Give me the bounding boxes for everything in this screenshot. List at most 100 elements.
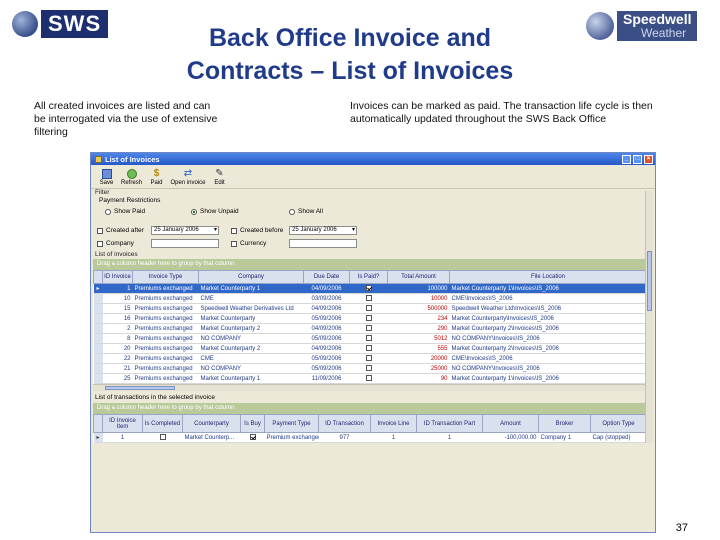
cell-file-location[interactable]: Market Counterparty\Invoices\IS_2006	[449, 313, 647, 324]
column-header[interactable]: Broker	[538, 414, 591, 433]
cell-total-amount[interactable]: 5012	[387, 333, 450, 344]
is-paid-checkbox[interactable]	[365, 284, 372, 291]
created-before-checkbox[interactable]: Created before	[231, 227, 283, 234]
cell-company[interactable]: Market Counterparty 2	[198, 323, 304, 334]
table-row[interactable]: ▸ 1 Market Counterp... Premium exchanged 977…	[93, 432, 647, 443]
cell-company[interactable]: Market Counterparty 2	[198, 343, 304, 354]
cell-is-paid[interactable]	[349, 303, 388, 314]
cell-due-date[interactable]: 05/09/2006	[303, 353, 350, 364]
table-row[interactable]: 8 Premiums exchanged NO COMPANY 05/09/2006 5…	[93, 333, 647, 344]
cell-id-invoice[interactable]: 15	[102, 303, 133, 314]
cell-is-paid[interactable]	[349, 373, 388, 384]
cell-id-transaction[interactable]: 977	[318, 432, 371, 443]
cell-invoice-type[interactable]: Premiums exchanged	[132, 283, 199, 294]
cell-due-date[interactable]: 05/09/2006	[303, 333, 350, 344]
cell-total-amount[interactable]: 20000	[387, 353, 450, 364]
cell-company[interactable]: NO COMPANY	[198, 333, 304, 344]
cell-is-paid[interactable]	[349, 283, 388, 294]
cell-id-invoice[interactable]: 22	[102, 353, 133, 364]
group-by-hint-bar[interactable]: Drag a column header here to group by th…	[93, 259, 653, 270]
table-row[interactable]: 22 Premiums exchanged CME 05/09/2006 20000 CM…	[93, 353, 647, 364]
cell-company[interactable]: CME	[198, 353, 304, 364]
column-header[interactable]: Total Amount	[387, 270, 450, 284]
is-paid-checkbox[interactable]	[365, 294, 372, 301]
cell-company[interactable]: Speedwell Weather Derivatives Ltd	[198, 303, 304, 314]
table-row[interactable]: 21 Premiums exchanged NO COMPANY 05/09/2006…	[93, 363, 647, 374]
column-header[interactable]: ID Transaction Part	[416, 414, 483, 433]
cell-due-date[interactable]: 03/09/2006	[303, 293, 350, 304]
cell-amount[interactable]: -100,000.00	[482, 432, 539, 443]
cell-due-date[interactable]: 04/09/2006	[303, 323, 350, 334]
edit-button[interactable]: ✎ Edit	[207, 169, 232, 188]
cell-is-paid[interactable]	[349, 313, 388, 324]
table-row[interactable]: 10 Premiums exchanged CME 03/09/2006 10000 CM…	[93, 293, 647, 304]
cell-total-amount[interactable]: 10000	[387, 293, 450, 304]
cell-is-paid[interactable]	[349, 293, 388, 304]
is-paid-checkbox[interactable]	[365, 304, 372, 311]
cell-file-location[interactable]: Market Counterparty 2\Invoices\IS_2006	[449, 343, 647, 354]
save-button[interactable]: Save	[94, 169, 119, 188]
cell-total-amount[interactable]: 100000	[387, 283, 450, 294]
invoices-horizontal-scrollbar[interactable]	[93, 384, 646, 391]
cell-file-location[interactable]: NO COMPANY\Invoices\IS_2006	[449, 333, 647, 344]
cell-id-transaction-part[interactable]: 1	[416, 432, 483, 443]
row-indicator[interactable]: ▸	[93, 432, 103, 443]
cell-total-amount[interactable]: 290	[387, 323, 450, 334]
row-indicator[interactable]	[93, 353, 103, 364]
cell-id-invoice-item[interactable]: 1	[102, 432, 143, 443]
table-row[interactable]: 2 Premiums exchanged Market Counterparty 2…	[93, 323, 647, 334]
cell-file-location[interactable]: Speedwell Weather Ltd\Invoices\IS_2006	[449, 303, 647, 314]
column-header[interactable]: ID Invoice	[102, 270, 133, 284]
cell-invoice-type[interactable]: Premiums exchanged	[132, 363, 199, 374]
cell-invoice-line[interactable]: 1	[370, 432, 417, 443]
cell-file-location[interactable]: NO COMPANY\Invoices\IS_2006	[449, 363, 647, 374]
minimize-button[interactable]: _	[622, 154, 631, 164]
cell-total-amount[interactable]: 234	[387, 313, 450, 324]
cell-id-invoice[interactable]: 8	[102, 333, 133, 344]
cell-invoice-type[interactable]: Premiums exchanged	[132, 303, 199, 314]
column-header[interactable]: Is Paid?	[349, 270, 388, 284]
cell-total-amount[interactable]: 90	[387, 373, 450, 384]
cell-counterparty[interactable]: Market Counterp...	[182, 432, 241, 443]
cell-id-invoice[interactable]: 1	[102, 283, 133, 294]
table-row[interactable]: ▸ 1 Premiums exchanged Market Counterparty …	[93, 283, 647, 294]
scrollbar-thumb[interactable]	[647, 251, 652, 311]
cell-invoice-type[interactable]: Premiums exchanged	[132, 293, 199, 304]
row-indicator[interactable]	[93, 323, 103, 334]
cell-id-invoice[interactable]: 20	[102, 343, 133, 354]
column-header[interactable]: ID Invoice Item	[102, 414, 143, 433]
created-after-checkbox[interactable]: Created after	[97, 227, 144, 234]
is-paid-checkbox[interactable]	[365, 324, 372, 331]
cell-company[interactable]: CME	[198, 293, 304, 304]
cell-id-invoice[interactable]: 10	[102, 293, 133, 304]
refresh-button[interactable]: Refresh	[119, 169, 144, 188]
cell-due-date[interactable]: 04/09/2006	[303, 343, 350, 354]
paid-button[interactable]: $ Paid	[144, 169, 169, 188]
radio-show-all[interactable]: Show All	[289, 208, 323, 215]
is-paid-checkbox[interactable]	[365, 374, 372, 381]
cell-file-location[interactable]: Market Counterparty 1\Invoices\IS_2006	[449, 373, 647, 384]
cell-total-amount[interactable]: 500000	[387, 303, 450, 314]
cell-total-amount[interactable]: 555	[387, 343, 450, 354]
scrollbar-thumb[interactable]	[105, 386, 175, 390]
cell-invoice-type[interactable]: Premiums exchanged	[132, 323, 199, 334]
row-indicator[interactable]	[93, 363, 103, 374]
cell-id-invoice[interactable]: 21	[102, 363, 133, 374]
cell-due-date[interactable]: 11/09/2006	[303, 373, 350, 384]
row-indicator[interactable]	[93, 293, 103, 304]
column-header[interactable]: ID Transaction	[318, 414, 371, 433]
cell-broker[interactable]: Company 1	[538, 432, 591, 443]
cell-id-invoice[interactable]: 16	[102, 313, 133, 324]
row-indicator[interactable]	[93, 303, 103, 314]
close-button[interactable]: ×	[644, 154, 653, 164]
is-paid-checkbox[interactable]	[365, 354, 372, 361]
radio-show-paid[interactable]: Show Paid	[105, 208, 145, 215]
row-indicator[interactable]	[93, 313, 103, 324]
row-indicator[interactable]: ▸	[93, 283, 103, 294]
cell-due-date[interactable]: 05/09/2006	[303, 363, 350, 374]
window-titlebar[interactable]: List of Invoices _ □ ×	[91, 153, 655, 165]
row-indicator[interactable]	[93, 343, 103, 354]
cell-invoice-type[interactable]: Premiums exchanged	[132, 343, 199, 354]
cell-id-invoice[interactable]: 2	[102, 323, 133, 334]
cell-due-date[interactable]: 05/09/2006	[303, 313, 350, 324]
